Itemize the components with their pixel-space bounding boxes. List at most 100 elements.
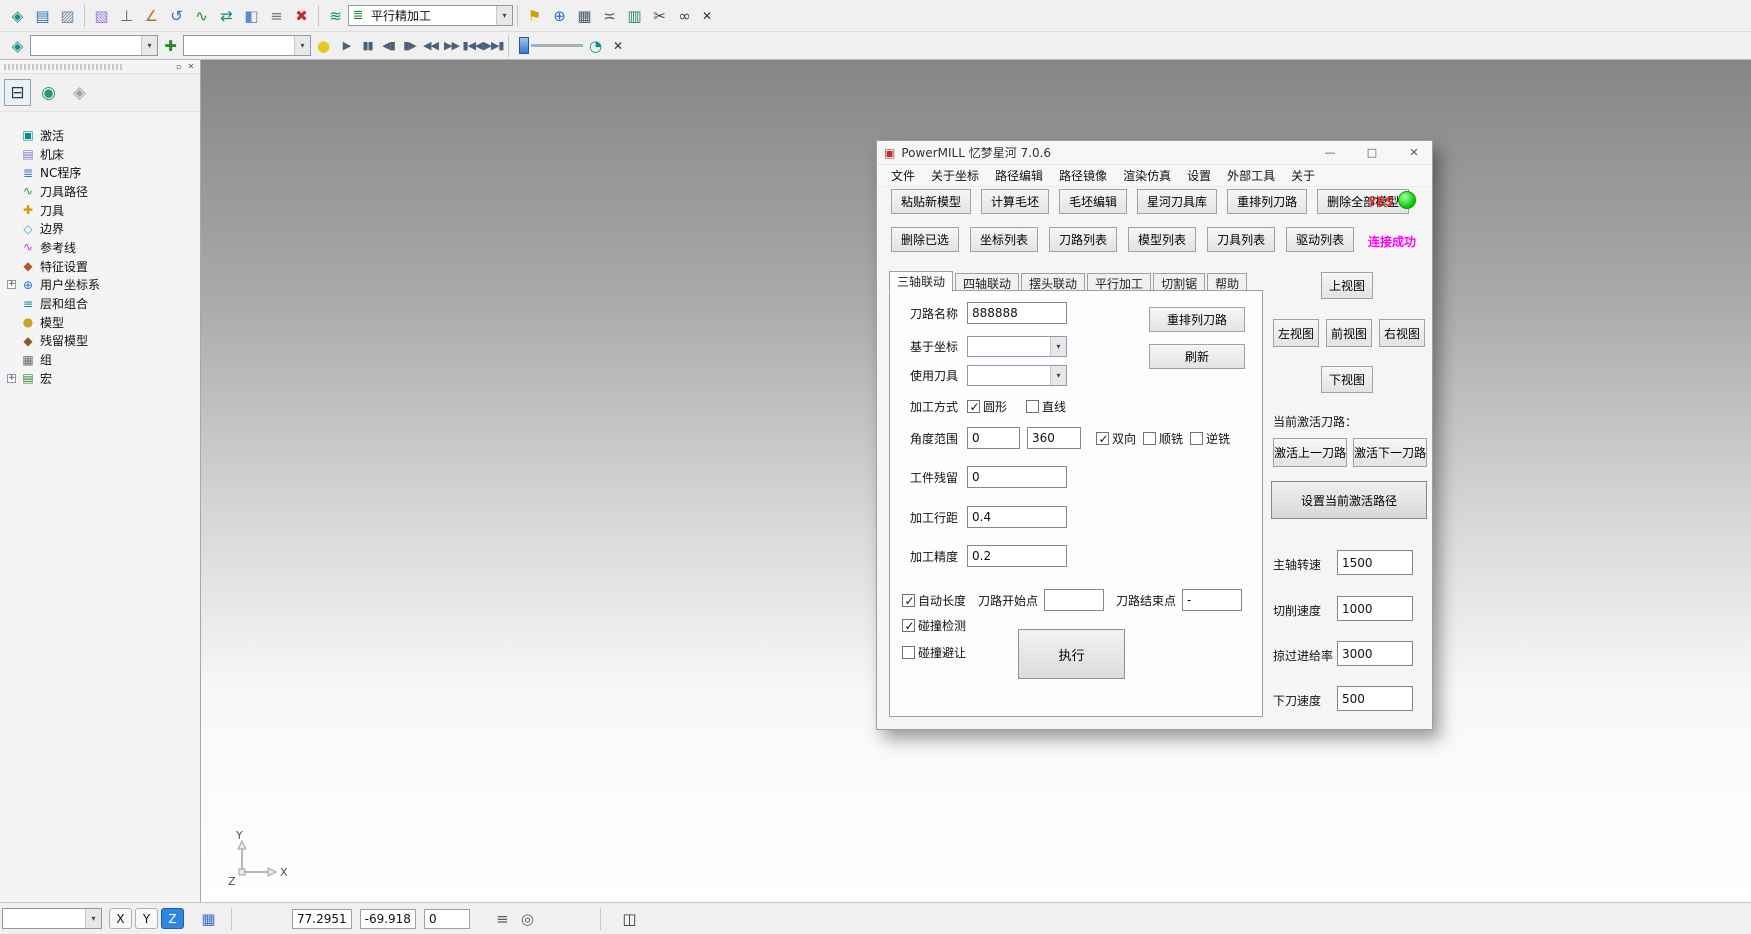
tool-list-button[interactable]: 刀具列表 xyxy=(1207,227,1275,252)
tab-3axis[interactable]: 三轴联动 xyxy=(889,271,953,292)
angle-from-input[interactable] xyxy=(967,427,1020,449)
view-bottom-button[interactable]: 下视图 xyxy=(1321,366,1373,393)
go-start-icon[interactable]: ▮◀◀ xyxy=(462,34,483,58)
refresh-button[interactable]: 刷新 xyxy=(1149,344,1245,369)
spindle-speed-input[interactable] xyxy=(1337,550,1413,575)
tolerance-input[interactable] xyxy=(967,545,1067,567)
float-panel-icon[interactable]: ▫ xyxy=(173,61,185,72)
workplane-edit-icon[interactable]: ⊕ xyxy=(547,4,572,28)
close-button[interactable]: ✕ xyxy=(1396,141,1432,164)
view-front-button[interactable]: 前视图 xyxy=(1326,319,1372,347)
save-icon[interactable]: ▤ xyxy=(30,4,55,28)
minimize-button[interactable]: — xyxy=(1312,141,1348,164)
curve-icon[interactable]: ∿ xyxy=(189,4,214,28)
reorder-toolpaths-button[interactable]: 重排列刀路 xyxy=(1227,189,1307,214)
auto-length-checkbox[interactable] xyxy=(902,594,915,607)
delete-all-models-button[interactable]: 删除全部模型 xyxy=(1317,189,1409,214)
tree-item-patterns[interactable]: ∿ 参考线 xyxy=(0,238,200,257)
delete-selected-button[interactable]: 删除已选 xyxy=(891,227,959,252)
chevron-down-icon[interactable] xyxy=(85,909,101,928)
menu-settings[interactable]: 设置 xyxy=(1179,165,1219,186)
collision-avoid-checkbox[interactable] xyxy=(902,646,915,659)
tree-item-groups[interactable]: ▦ 组 xyxy=(0,350,200,369)
workplane-icon[interactable]: ⊥ xyxy=(114,4,139,28)
angle-to-input[interactable] xyxy=(1027,427,1081,449)
coordinate-y-field[interactable]: -69.918 xyxy=(360,909,416,929)
levels-icon[interactable]: ≡ xyxy=(264,4,289,28)
calculator-icon[interactable]: ▦ xyxy=(572,4,597,28)
scissors-icon[interactable]: ✂ xyxy=(647,4,672,28)
climb-mill-checkbox[interactable] xyxy=(1143,432,1156,445)
paste-new-model-button[interactable]: 粘贴新模型 xyxy=(891,189,971,214)
slider-track[interactable] xyxy=(531,44,583,47)
dialog-title-bar[interactable]: PowerMILL 忆梦星河 7.0.6 — □ ✕ xyxy=(877,141,1432,165)
caliper-icon[interactable]: ≍ xyxy=(597,4,622,28)
sim-tool-combo[interactable] xyxy=(183,35,311,56)
reorder-toolpaths-panel-button[interactable]: 重排列刀路 xyxy=(1149,307,1245,332)
coords-list-button[interactable]: 坐标列表 xyxy=(970,227,1038,252)
chevron-down-icon[interactable] xyxy=(141,36,157,55)
close-panel-icon[interactable]: ✕ xyxy=(185,61,197,72)
machining-strategy-combo[interactable]: ≣ 平行精加工 xyxy=(348,5,513,26)
status-combo[interactable] xyxy=(2,908,102,929)
menu-about[interactable]: 关于 xyxy=(1283,165,1323,186)
cutting-feed-input[interactable] xyxy=(1337,596,1413,621)
use-tool-combo[interactable] xyxy=(967,365,1067,386)
sim-project-icon[interactable]: ◈ xyxy=(5,34,30,58)
flag-icon[interactable]: ⚑ xyxy=(522,4,547,28)
mirror-icon[interactable]: ◧ xyxy=(239,4,264,28)
end-point-input[interactable] xyxy=(1182,589,1242,611)
transform-icon[interactable]: ⇄ xyxy=(214,4,239,28)
bulb-icon[interactable]: ● xyxy=(311,34,336,58)
simulation-speed-slider[interactable] xyxy=(519,37,583,54)
collision-check-option[interactable]: 碰撞检测 xyxy=(902,617,966,634)
sim-toolbar-close-icon[interactable]: ✕ xyxy=(608,34,628,58)
tree-item-macros[interactable]: ▤ 宏 xyxy=(0,369,200,388)
activate-next-toolpath-button[interactable]: 激活下一刀路 xyxy=(1353,438,1427,467)
sim-tools-icon[interactable]: ✚ xyxy=(158,34,183,58)
delete-icon[interactable]: ✖ xyxy=(289,4,314,28)
spectacles-icon[interactable]: ∞ xyxy=(672,4,697,28)
drive-list-button[interactable]: 驱动列表 xyxy=(1286,227,1354,252)
fast-forward-icon[interactable]: ▶▶ xyxy=(441,34,462,58)
chevron-down-icon[interactable] xyxy=(1050,337,1066,356)
circle-checkbox[interactable] xyxy=(967,400,980,413)
maximize-button[interactable]: □ xyxy=(1354,141,1390,164)
model-list-button[interactable]: 模型列表 xyxy=(1128,227,1196,252)
chevron-down-icon[interactable] xyxy=(496,6,512,25)
axis-x-button[interactable]: X xyxy=(109,908,132,929)
axis-z-button[interactable]: Z xyxy=(161,908,184,929)
plunge-feed-input[interactable] xyxy=(1337,686,1413,711)
expander-icon[interactable] xyxy=(7,280,16,289)
tree-item-workplanes[interactable]: ⊕ 用户坐标系 xyxy=(0,276,200,295)
based-coord-combo[interactable] xyxy=(967,336,1067,357)
skim-feed-input[interactable] xyxy=(1337,641,1413,666)
stepover-input[interactable] xyxy=(967,506,1067,528)
set-active-path-button[interactable]: 设置当前激活路径 xyxy=(1271,481,1427,519)
slider-handle[interactable] xyxy=(519,37,529,54)
pause-icon[interactable]: ▮▮ xyxy=(357,34,378,58)
activate-prev-toolpath-button[interactable]: 激活上一刀路 xyxy=(1273,438,1347,467)
menu-render-sim[interactable]: 渲染仿真 xyxy=(1115,165,1179,186)
stock-edit-button[interactable]: 毛坯编辑 xyxy=(1059,189,1127,214)
view-right-button[interactable]: 右视图 xyxy=(1379,319,1425,347)
statistics-icon[interactable]: ▥ xyxy=(622,4,647,28)
cursor-target-icon[interactable]: ◎ xyxy=(515,907,540,931)
world-icon[interactable]: ◉ xyxy=(35,79,62,106)
bidirectional-checkbox[interactable] xyxy=(1096,432,1109,445)
auto-length-option[interactable]: 自动长度 xyxy=(902,592,966,609)
explorer-tree-icon[interactable]: ⊟ xyxy=(4,79,31,106)
menu-path-mirror[interactable]: 路径镜像 xyxy=(1051,165,1115,186)
tree-item-stock-models[interactable]: ◆ 残留模型 xyxy=(0,332,200,351)
step-back-icon[interactable]: ◀▮ xyxy=(378,34,399,58)
measure-icon[interactable]: ∠ xyxy=(139,4,164,28)
play-icon[interactable]: ▶ xyxy=(336,34,357,58)
view-left-button[interactable]: 左视图 xyxy=(1273,319,1319,347)
strategies-icon[interactable]: ≋ xyxy=(323,4,348,28)
chevron-down-icon[interactable] xyxy=(294,36,310,55)
execute-button[interactable]: 执行 xyxy=(1018,629,1125,679)
grid-icon[interactable]: ▦ xyxy=(196,907,221,931)
line-mode-option[interactable]: 直线 xyxy=(1026,398,1066,415)
tree-item-boundaries[interactable]: ◇ 边界 xyxy=(0,219,200,238)
tree-item-nc-programs[interactable]: ≣ NC程序 xyxy=(0,163,200,182)
